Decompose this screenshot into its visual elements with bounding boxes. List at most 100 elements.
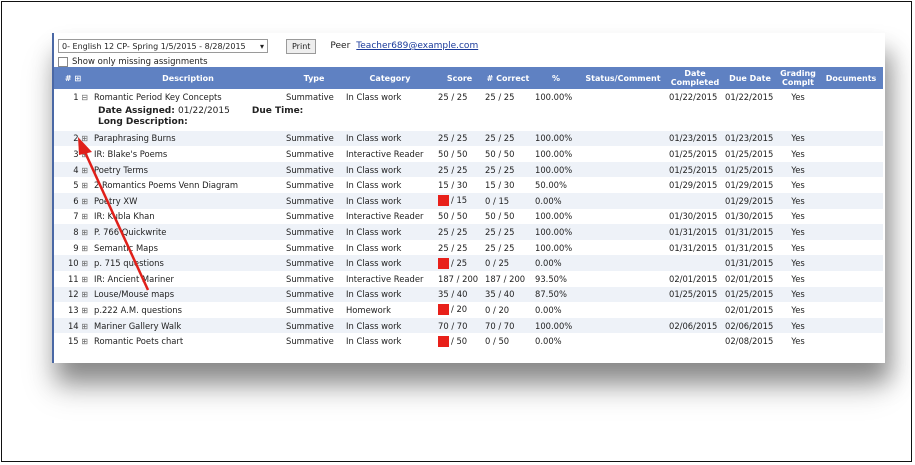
expand-row-icon[interactable]: ⊞ — [81, 322, 88, 331]
table-row[interactable]: 1 ⊟ Romantic Period Key Concepts Summative… — [54, 89, 883, 105]
assignment-description[interactable]: Paraphrasing Burns — [92, 130, 284, 147]
table-row[interactable]: 6 ⊞ Poetry XW Summative In Class work/ 15 0 … — [54, 192, 883, 209]
peer-label: Peer — [330, 41, 351, 51]
assignment-documents — [819, 208, 883, 225]
assignment-date-completed: 01/31/2015 — [667, 239, 723, 256]
assignment-description[interactable]: Romantic Poets chart — [92, 333, 284, 349]
expand-row-icon[interactable]: ⊞ — [81, 166, 88, 175]
header-percent[interactable]: % — [533, 67, 579, 89]
table-row[interactable]: 8 ⊞ P. 766 Quickwrite Summative In Class wo… — [54, 224, 883, 240]
missing-label: Show only missing assignments — [72, 57, 208, 67]
assignment-type: Summative — [284, 224, 344, 240]
class-select[interactable]: 0- English 12 CP- Spring 1/5/2015 - 8/28… — [58, 39, 268, 53]
assignment-category: Interactive Reader — [344, 208, 436, 225]
header-grading-complete[interactable]: Grading Complt — [777, 67, 819, 89]
expand-row-icon[interactable]: ⊞ — [81, 337, 88, 346]
assignment-due-date: 01/23/2015 — [723, 130, 777, 147]
header-category[interactable]: Category — [344, 67, 436, 89]
class-select-value: 0- English 12 CP- Spring 1/5/2015 - 8/28… — [62, 41, 246, 51]
assignment-description[interactable]: Louse/Mouse maps — [92, 286, 284, 303]
print-button[interactable]: Print — [286, 38, 317, 54]
header-number[interactable]: # ⊞ — [54, 67, 92, 89]
expand-row-icon[interactable]: ⊟ — [81, 93, 88, 102]
table-row[interactable]: 7 ⊞ IR: Kubla Khan Summative Interactive Re… — [54, 208, 883, 225]
table-row[interactable]: 15 ⊞ Romantic Poets chart Summative In Clas… — [54, 333, 883, 349]
table-row[interactable]: 12 ⊞ Louse/Mouse maps Summative In Class wo… — [54, 286, 883, 303]
expand-row-icon[interactable]: ⊞ — [81, 259, 88, 268]
assignment-description[interactable]: Poetry XW — [92, 192, 284, 209]
assignment-type: Summative — [284, 130, 344, 147]
assignment-due-date: 01/25/2015 — [723, 161, 777, 178]
table-row[interactable]: 9 ⊞ Semantic Maps Summative In Class work 25… — [54, 239, 883, 256]
expand-row-icon[interactable]: ⊞ — [81, 197, 88, 206]
assignment-status — [579, 333, 667, 349]
table-row[interactable]: 4 ⊞ Poetry Terms Summative In Class work 25 … — [54, 161, 883, 178]
assignment-correct: 187 / 200 — [483, 270, 533, 287]
assignment-percent: 100.00% — [533, 224, 579, 240]
assignment-documents — [819, 130, 883, 147]
header-description[interactable]: Description — [92, 67, 284, 89]
assignment-category: In Class work — [344, 177, 436, 193]
table-row[interactable]: 2 ⊞ Paraphrasing Burns Summative In Class w… — [54, 130, 883, 147]
assignment-percent: 100.00% — [533, 161, 579, 178]
table-row[interactable]: 13 ⊞ p.222 A.M. questions Summative Homewor… — [54, 302, 883, 318]
expand-row-icon[interactable]: ⊞ — [81, 134, 88, 143]
assignment-status — [579, 270, 667, 287]
expand-row-icon[interactable]: ⊞ — [81, 181, 88, 190]
header-correct[interactable]: # Correct — [483, 67, 533, 89]
expand-row-icon[interactable]: ⊞ — [81, 290, 88, 299]
expand-row-icon[interactable]: ⊞ — [81, 150, 88, 159]
table-row[interactable]: 14 ⊞ Mariner Gallery Walk Summative In Clas… — [54, 317, 883, 334]
missing-marker — [438, 304, 449, 316]
assignment-score: 25 / 25 — [436, 89, 483, 105]
table-row[interactable]: 5 ⊞ 2 Romantics Poems Venn Diagram Summati… — [54, 177, 883, 193]
header-status[interactable]: Status/Comment — [579, 67, 667, 89]
assignment-description[interactable]: 2 Romantics Poems Venn Diagram — [92, 177, 284, 193]
assignment-category: In Class work — [344, 89, 436, 105]
header-documents[interactable]: Documents — [819, 67, 883, 89]
assignment-description[interactable]: IR: Kubla Khan — [92, 208, 284, 225]
assignment-score: / 25 — [436, 255, 483, 271]
assignment-description[interactable]: Mariner Gallery Walk — [92, 317, 284, 334]
row-number: 13 ⊞ — [54, 302, 92, 318]
assignment-description[interactable]: IR: Blake's Poems — [92, 146, 284, 162]
assignment-description[interactable]: IR: Ancient Mariner — [92, 270, 284, 287]
header-date-completed[interactable]: Date Completed — [667, 67, 723, 89]
missing-checkbox[interactable] — [58, 57, 68, 67]
assignment-description[interactable]: p. 715 questions — [92, 255, 284, 271]
assignment-category: Interactive Reader — [344, 270, 436, 287]
assignment-description[interactable]: Semantic Maps — [92, 239, 284, 256]
header-due-date[interactable]: Due Date — [723, 67, 777, 89]
row-number: 5 ⊞ — [54, 177, 92, 193]
expand-row-icon[interactable]: ⊞ — [81, 275, 88, 284]
table-row[interactable]: 10 ⊞ p. 715 questions Summative In Class wo… — [54, 255, 883, 271]
assignment-documents — [819, 89, 883, 105]
assignment-correct: 25 / 25 — [483, 130, 533, 147]
header-type[interactable]: Type — [284, 67, 344, 89]
missing-filter[interactable]: Show only missing assignments — [58, 57, 208, 67]
assignment-description[interactable]: P. 766 Quickwrite — [92, 224, 284, 240]
assignment-description[interactable]: p.222 A.M. questions — [92, 302, 284, 318]
assignment-description[interactable]: Romantic Period Key Concepts — [92, 89, 284, 105]
assignment-due-date: 01/25/2015 — [723, 286, 777, 303]
assignment-status — [579, 286, 667, 303]
table-row[interactable]: 11 ⊞ IR: Ancient Mariner Summative Interact… — [54, 270, 883, 287]
assignment-date-completed: 01/29/2015 — [667, 177, 723, 193]
assignment-description[interactable]: Poetry Terms — [92, 161, 284, 178]
expand-row-icon[interactable]: ⊞ — [81, 306, 88, 315]
expand-row-icon[interactable]: ⊞ — [81, 228, 88, 237]
assignment-documents — [819, 317, 883, 334]
header-score[interactable]: Score — [436, 67, 483, 89]
row-number: 4 ⊞ — [54, 161, 92, 178]
assignment-documents — [819, 286, 883, 303]
assignment-category: In Class work — [344, 161, 436, 178]
expand-row-icon[interactable]: ⊞ — [81, 212, 88, 221]
assignment-due-date: 01/31/2015 — [723, 224, 777, 240]
table-row[interactable]: 3 ⊞ IR: Blake's Poems Summative Interactive… — [54, 146, 883, 162]
assignment-graded: Yes — [777, 192, 819, 209]
assignment-date-completed — [667, 302, 723, 318]
assignment-category: In Class work — [344, 333, 436, 349]
expand-row-icon[interactable]: ⊞ — [81, 244, 88, 253]
peer-email-link[interactable]: Teacher689@example.com — [356, 41, 478, 51]
assignment-date-completed: 01/22/2015 — [667, 89, 723, 105]
